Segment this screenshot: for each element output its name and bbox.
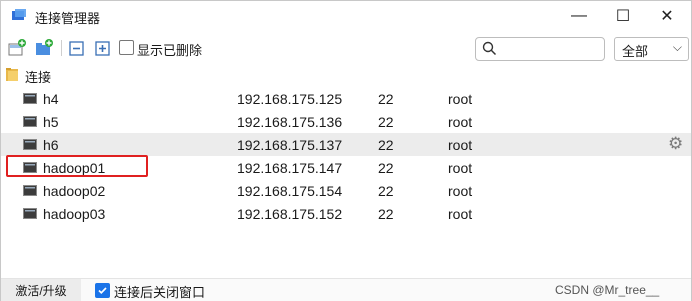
- host-port: 22: [378, 91, 394, 107]
- expand-all-icon[interactable]: [93, 38, 113, 58]
- tree-row-hadoop03[interactable]: hadoop03 192.168.175.152 22 root: [1, 202, 691, 225]
- tree-row-h6[interactable]: h6 192.168.175.137 22 root ⚙: [1, 133, 691, 156]
- host-user: root: [448, 183, 473, 199]
- host-name: h5: [43, 114, 59, 130]
- host-port: 22: [378, 206, 394, 222]
- search-input[interactable]: [502, 40, 602, 58]
- highlight-annotation-box: [6, 155, 148, 177]
- activate-upgrade-button[interactable]: 激活/升级: [1, 279, 81, 301]
- host-user: root: [448, 91, 473, 107]
- new-folder-icon[interactable]: [34, 38, 54, 58]
- close-after-connect-label: 连接后关闭窗口: [114, 285, 206, 300]
- collapse-all-icon[interactable]: [67, 38, 87, 58]
- search-box[interactable]: [475, 37, 605, 61]
- host-port: 22: [378, 160, 394, 176]
- host-ip: 192.168.175.147: [237, 160, 343, 176]
- host-name: h4: [43, 91, 59, 107]
- host-name: h6: [43, 137, 59, 153]
- host-name: hadoop03: [43, 206, 106, 222]
- search-icon: [482, 41, 497, 56]
- host-name: hadoop02: [43, 183, 106, 199]
- host-ip: 192.168.175.137: [237, 137, 343, 153]
- gear-icon[interactable]: ⚙: [668, 135, 683, 152]
- watermark: CSDN @Mr_tree__: [555, 283, 660, 297]
- filter-selected-value: 全部: [622, 44, 649, 59]
- host-port: 22: [378, 183, 394, 199]
- host-user: root: [448, 206, 473, 222]
- tree-group-label: 连接: [25, 70, 52, 85]
- host-ip: 192.168.175.154: [237, 183, 343, 199]
- host-user: root: [448, 137, 473, 153]
- host-user: root: [448, 160, 473, 176]
- show-deleted-checkbox[interactable]: [119, 40, 134, 55]
- tree-row-h5[interactable]: h5 192.168.175.136 22 root: [1, 110, 691, 133]
- maximize-button[interactable]: ☐: [601, 3, 645, 29]
- close-after-connect-checkbox[interactable]: [95, 283, 110, 298]
- app-icon: [12, 9, 26, 20]
- terminal-icon: [23, 139, 37, 150]
- folder-icon: [6, 68, 18, 81]
- minimize-button[interactable]: —: [557, 3, 601, 29]
- terminal-icon: [23, 116, 37, 127]
- tree-row-hadoop02[interactable]: hadoop02 192.168.175.154 22 root: [1, 179, 691, 202]
- host-port: 22: [378, 137, 394, 153]
- toolbar-separator: [61, 40, 62, 56]
- host-port: 22: [378, 114, 394, 130]
- terminal-icon: [23, 185, 37, 196]
- tree-row-h4[interactable]: h4 192.168.175.125 22 root: [1, 87, 691, 110]
- checkmark-icon: [98, 287, 107, 295]
- close-button[interactable]: ✕: [645, 3, 689, 29]
- terminal-icon: [23, 208, 37, 219]
- host-ip: 192.168.175.152: [237, 206, 343, 222]
- chevron-down-icon: ⌵: [672, 40, 682, 54]
- status-bar: 激活/升级 连接后关闭窗口 CSDN @Mr_tree__: [1, 278, 691, 301]
- host-ip: 192.168.175.125: [237, 91, 343, 107]
- filter-dropdown[interactable]: 全部 ⌵: [614, 37, 689, 61]
- host-user: root: [448, 114, 473, 130]
- new-connection-icon[interactable]: [7, 38, 27, 58]
- title-bar[interactable]: 连接管理器 — ☐ ✕: [1, 1, 691, 31]
- window-title: 连接管理器: [35, 11, 101, 26]
- terminal-icon: [23, 93, 37, 104]
- host-ip: 192.168.175.136: [237, 114, 343, 130]
- connection-manager-window: 连接管理器 — ☐ ✕ 显示已删除 全部 ⌵ 连接 h4 192.168.175…: [0, 0, 692, 301]
- tree-group-connections[interactable]: 连接: [1, 64, 691, 86]
- show-deleted-label: 显示已删除: [137, 43, 203, 58]
